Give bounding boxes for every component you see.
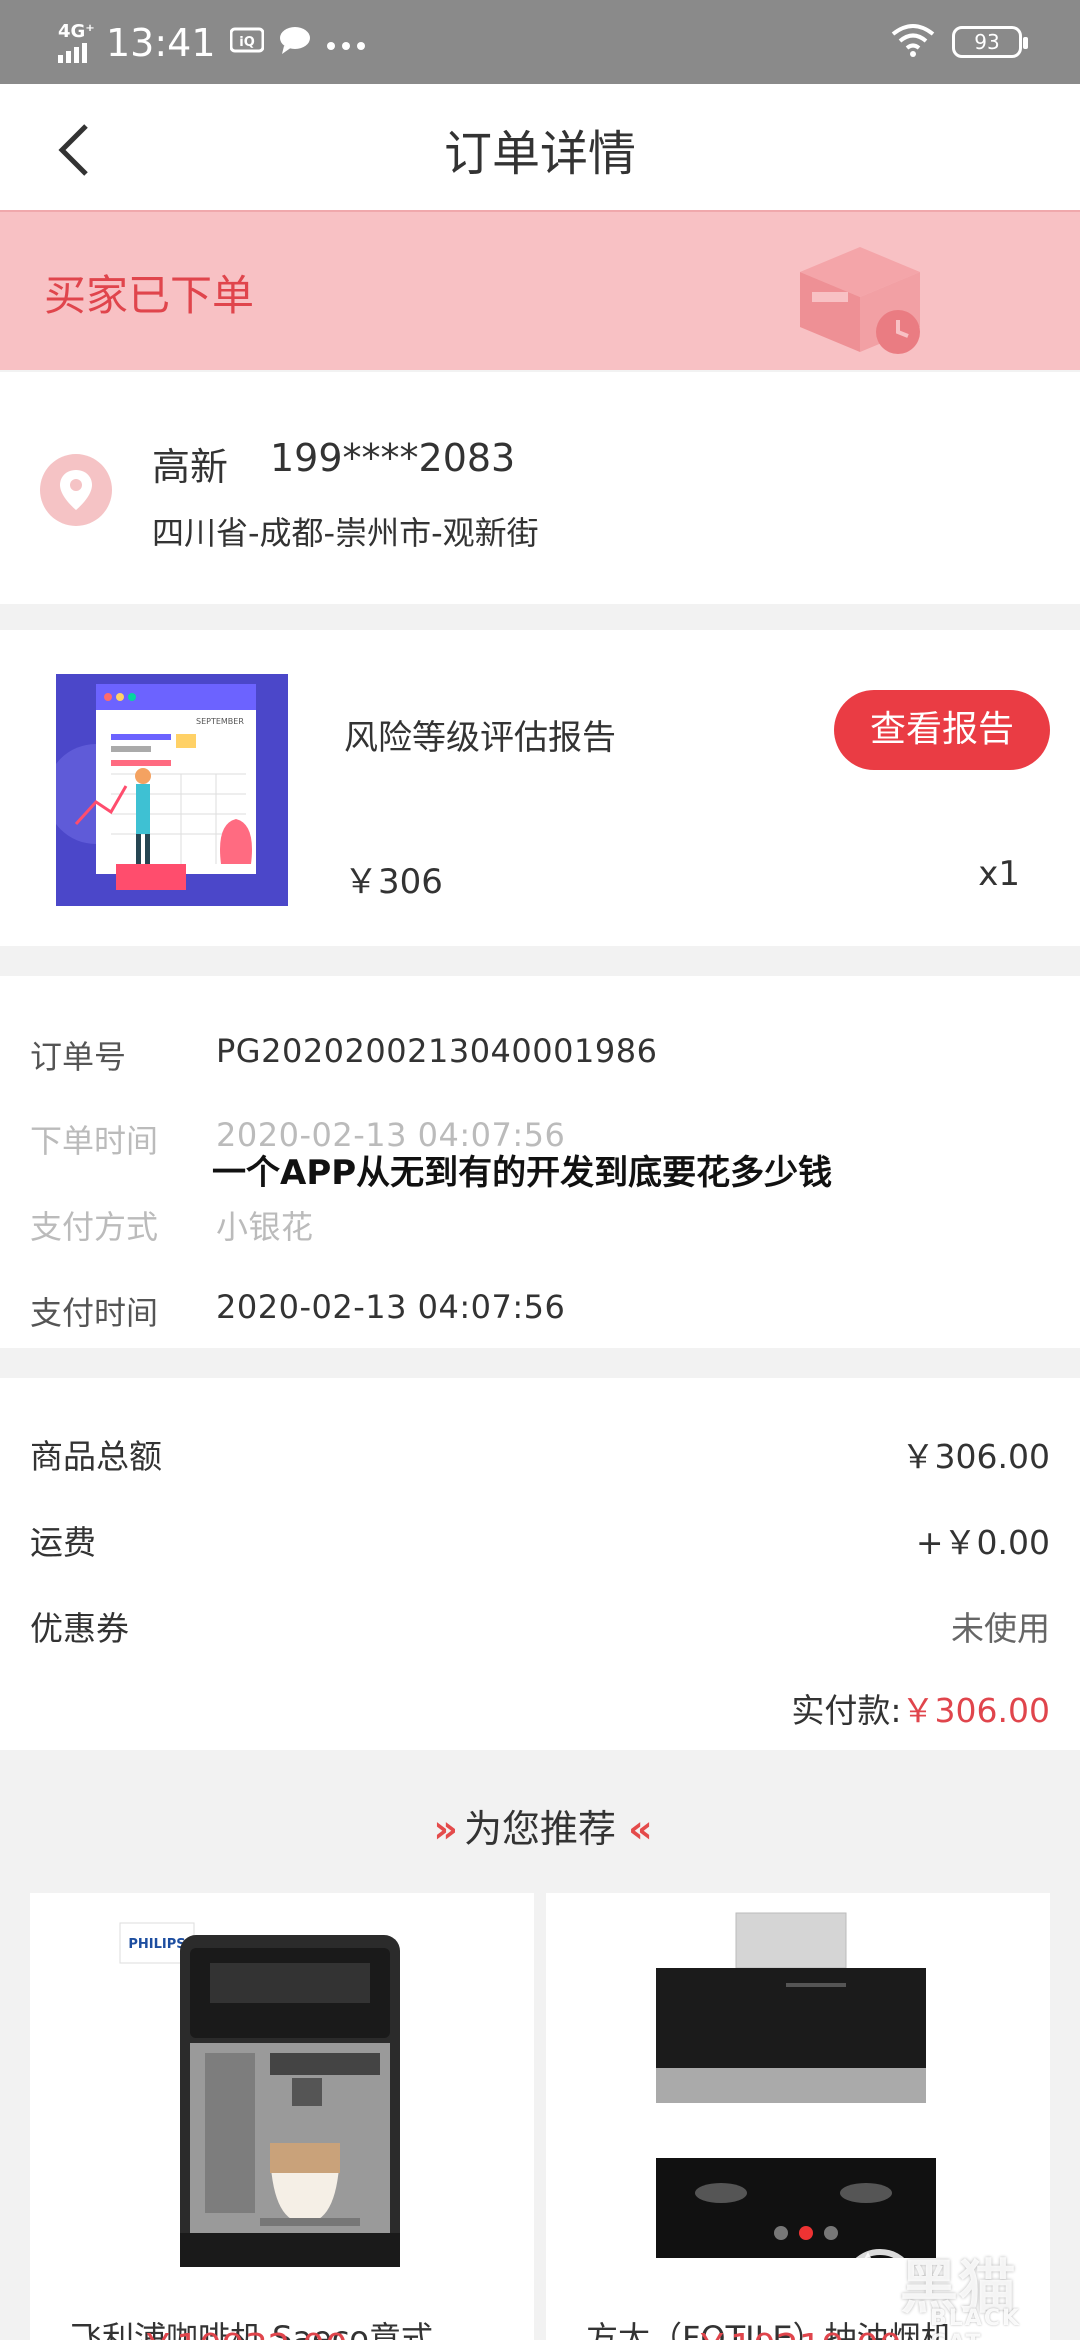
shipping-address[interactable]: 高新 199****2083 四川省-成都-崇州市-观新街 [0, 372, 1080, 604]
price-summary: 商品总额 ￥306.00 运费 +￥0.00 优惠券 未使用 实付款:￥306.… [0, 1378, 1080, 1750]
coffee-machine-image: PHILIPS [119, 1922, 400, 2267]
location-pin-icon [40, 454, 112, 526]
svg-text:SEPTEMBER: SEPTEMBER [196, 717, 244, 726]
payment-method-row: 支付方式 小银花 [30, 1202, 1050, 1252]
recommend-price: ￥10932.00 [140, 2318, 348, 2340]
status-time: 13:41 [106, 21, 216, 65]
view-report-button[interactable]: 查看报告 [834, 690, 1050, 770]
recipient-phone: 199****2083 [270, 436, 516, 480]
recipient-name: 高新 [152, 445, 229, 489]
watermark: 黑猫 BLACK CAT [840, 2240, 1080, 2340]
payment-method-value: 小银花 [216, 1208, 314, 1246]
battery-indicator: 93 [952, 26, 1028, 58]
address-detail: 四川省-成都-崇州市-观新街 [152, 514, 539, 552]
order-number-value[interactable]: PG2020200213040001986 [216, 1032, 657, 1070]
header: 订单详情 [0, 84, 1080, 210]
page-title: 订单详情 [443, 126, 636, 182]
wifi-icon [890, 22, 936, 62]
recommend-card[interactable]: PHILIPS 飞利浦咖啡机 Saeco意式… [30, 1893, 534, 2340]
shipping-fee-value: +￥0.00 [915, 1523, 1050, 1562]
overlay-caption: 一个APP从无到有的开发到底要花多少钱 [212, 1153, 833, 1193]
coupon-value: 未使用 [951, 1609, 1050, 1648]
recommend-heading: » 为您推荐 « [0, 1798, 1080, 1853]
signal-icon: 4G⁺ [58, 21, 95, 65]
recommend-title: 为您推荐 [463, 1807, 616, 1851]
more-dots-icon [326, 28, 366, 58]
amount-paid-value: ￥306.00 [901, 1691, 1050, 1730]
order-number-row: 订单号 PG2020200213040001986 [30, 1032, 1050, 1082]
double-chevron-left-icon: « [628, 1807, 652, 1851]
svg-text:PHILIPS: PHILIPS [128, 1937, 185, 1952]
subtotal-row: 商品总额 ￥306.00 [30, 1430, 1050, 1480]
product-price: ￥306 [344, 862, 443, 902]
subtotal-value: ￥306.00 [901, 1437, 1050, 1476]
order-time-label: 下单时间 [30, 1122, 159, 1160]
amount-paid: 实付款:￥306.00 [791, 1684, 1050, 1732]
order-status-text: 买家已下单 [44, 271, 255, 320]
watermark-en: BLACK CAT [930, 2306, 1022, 2340]
product-name: 风险等级评估报告 [344, 718, 616, 758]
chat-bubble-icon [278, 25, 312, 62]
payment-time-value: 2020-02-13 04:07:56 [216, 1288, 566, 1326]
product-image[interactable]: SEPTEMBER [56, 674, 288, 906]
payment-time-label: 支付时间 [30, 1294, 159, 1332]
order-number-label: 订单号 [30, 1038, 127, 1076]
shipping-fee-label: 运费 [30, 1523, 96, 1562]
coupon-label: 优惠券 [30, 1609, 129, 1648]
status-bar: 4G⁺ 13:41 iQ 93 [0, 0, 1080, 84]
shipping-fee-row: 运费 +￥0.00 [30, 1516, 1050, 1566]
amount-paid-label: 实付款: [791, 1691, 902, 1730]
coupon-row[interactable]: 优惠券 未使用 [30, 1602, 1050, 1652]
svg-text:iQ: iQ [239, 35, 255, 50]
order-product: SEPTEMBER 风险等级评估报告 查看报告 ￥306 x1 [0, 630, 1080, 946]
subtotal-label: 商品总额 [30, 1437, 162, 1476]
double-chevron-right-icon: » [433, 1807, 457, 1851]
product-quantity: x1 [978, 854, 1020, 894]
payment-time-row: 支付时间 2020-02-13 04:07:56 [30, 1288, 1050, 1338]
iqiyi-icon: iQ [229, 27, 265, 60]
package-clock-icon [790, 232, 930, 362]
order-status-banner: 买家已下单 [0, 210, 1080, 370]
payment-method-label: 支付方式 [30, 1208, 159, 1246]
